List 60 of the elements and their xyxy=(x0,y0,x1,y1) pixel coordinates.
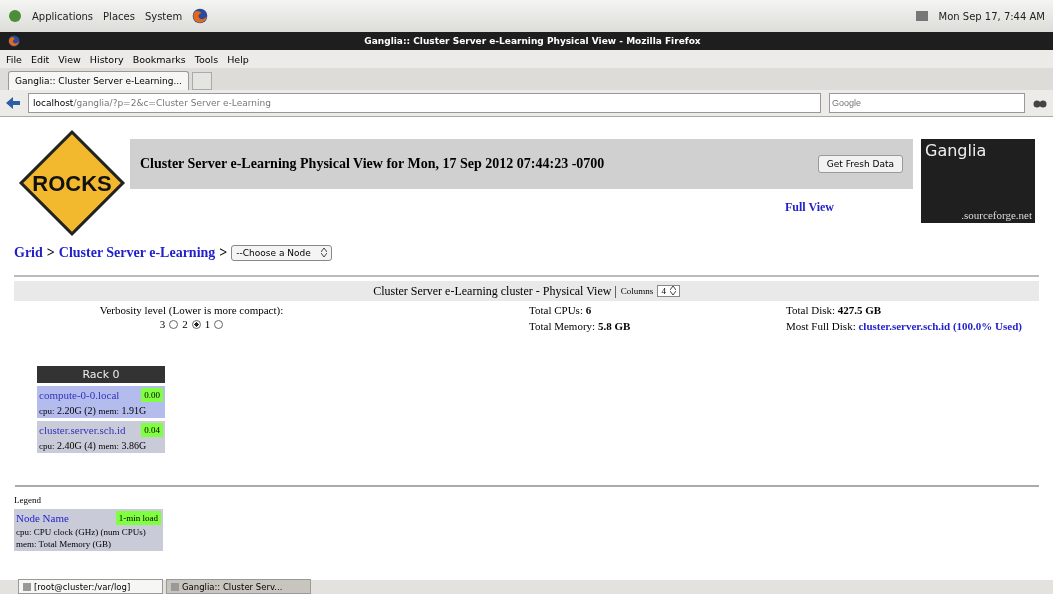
columns-dropdown[interactable]: 4 xyxy=(657,285,680,297)
node-info: cpu: 2.20G (2) mem: 1.91G xyxy=(39,405,148,416)
node-info: cpu: 2.40G (4) mem: 3.86G xyxy=(39,440,148,451)
radio-button[interactable] xyxy=(214,319,224,329)
window-title: Ganglia:: Cluster Server e-Learning Physical View - Mozilla Firefox xyxy=(363,36,702,46)
fresh-data-button[interactable]: Get Fresh Data xyxy=(817,155,903,173)
stat-text: Most Full Disk: cluster.server.sch.id (100.0% Used) xyxy=(786,320,1023,332)
section-title: Cluster Server e-Learning cluster - Physical View | xyxy=(373,283,617,299)
radio-label: 2 xyxy=(182,318,188,330)
radio-button[interactable] xyxy=(191,319,201,329)
menu-item[interactable]: Tools xyxy=(194,53,219,65)
load-value: 0.04 xyxy=(141,423,163,437)
menu-item[interactable]: Edit xyxy=(30,53,50,65)
logo-subtitle: .sourceforge.net xyxy=(960,208,1033,223)
legend-load: 1-min load xyxy=(115,511,161,525)
node-link[interactable]: compute-0-0.local xyxy=(39,389,120,401)
browser-icon xyxy=(8,35,20,47)
logo-title: Ganglia xyxy=(924,140,988,162)
panel-menu[interactable]: System xyxy=(144,10,183,22)
menu-item[interactable]: File xyxy=(6,53,22,65)
radio-label: 1 xyxy=(204,318,211,330)
address-field[interactable]: localhost/ganglia/?p=2&c=Cluster Server e-Learning xyxy=(28,93,821,113)
load-value: 0.00 xyxy=(141,388,163,402)
spinner-arrows-icon xyxy=(669,286,676,295)
browser-icon xyxy=(192,8,209,24)
search-field[interactable]: Google xyxy=(829,93,1025,113)
breadcrumb-separator: > xyxy=(219,245,228,261)
node-link[interactable]: cluster.server.sch.id xyxy=(39,424,126,436)
url-path: /ganglia/?p=2&c=Cluster Server e-Learning xyxy=(73,98,271,108)
columns-label: Columns xyxy=(620,286,654,296)
full-view-link[interactable]: Full View xyxy=(785,200,834,214)
legend-title: Legend xyxy=(14,495,42,505)
breadcrumb-link[interactable]: Grid xyxy=(14,245,43,261)
taskbar-button[interactable]: [root@cluster:/var/log] xyxy=(18,579,163,594)
browser-tab[interactable]: Ganglia:: Cluster Server e-Learning... xyxy=(8,71,189,90)
panel-menu[interactable]: Applications xyxy=(32,10,94,22)
legend-text: mem: Total Memory (GB) xyxy=(16,539,112,549)
stat-text: Total Disk: 427.5 GB xyxy=(786,304,883,316)
menu-item[interactable]: Bookmarks xyxy=(132,53,186,65)
panel-menu[interactable]: Places xyxy=(103,10,135,22)
menu-item[interactable]: History xyxy=(89,53,124,65)
breadcrumb-separator: > xyxy=(46,245,55,261)
legend-text: cpu: CPU clock (GHz) (num CPUs) xyxy=(16,527,147,537)
radio-button[interactable] xyxy=(169,319,179,329)
clock: Mon Sep 17, 7:44 AM xyxy=(938,10,1045,22)
menu-item[interactable]: Help xyxy=(227,53,249,65)
page-title: Cluster Server e-Learning Physical View for Mon, 17 Sep 2012 07:44:23 -0700 xyxy=(140,156,605,172)
breadcrumb-link[interactable]: Cluster Server e-Learning xyxy=(58,245,216,261)
back-arrow-icon[interactable] xyxy=(6,97,20,109)
radio-label: 3 xyxy=(159,318,166,330)
stat-text: Total CPUs: 6 xyxy=(529,304,593,316)
verbosity-label: Verbosity level (Lower is more compact): xyxy=(99,304,284,316)
node-dropdown[interactable]: --Choose a Node xyxy=(231,245,332,261)
legend-node-name[interactable]: Node Name xyxy=(16,512,69,524)
menu-item[interactable]: View xyxy=(58,53,81,65)
stat-text: Total Memory: 5.8 GB xyxy=(529,320,632,332)
taskbar-button[interactable]: Ganglia:: Cluster Serv... xyxy=(166,579,311,594)
rack-header: Rack 0 xyxy=(37,366,165,383)
url-host: localhost xyxy=(33,98,74,108)
spinner-arrows-icon xyxy=(320,248,327,257)
